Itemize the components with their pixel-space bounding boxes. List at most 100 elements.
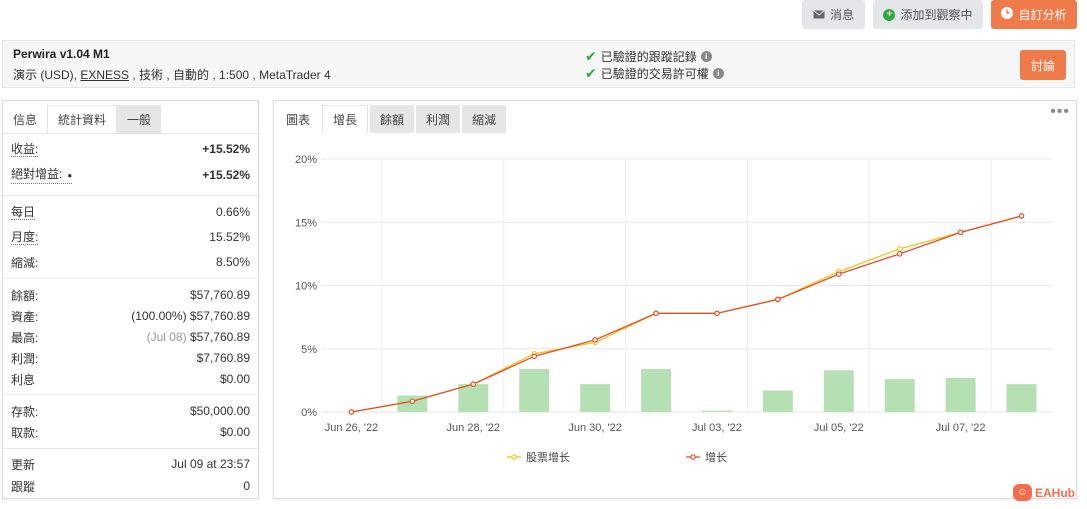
stat-monthly: 月度: 15.52% xyxy=(11,227,250,247)
account-details: , 技術 , 自動的 , 1:500 , MetaTrader 4 xyxy=(129,68,331,82)
message-button[interactable]: 消息 xyxy=(802,0,865,29)
stat-label: 利潤: xyxy=(11,351,39,366)
x-tick-label: Jul 05, '22 xyxy=(814,422,864,434)
stat-value: (100.00%) $57,760.89 xyxy=(131,309,250,323)
stat-value: +15.52% xyxy=(202,142,250,156)
x-tick-label: Jun 26, '22 xyxy=(325,422,378,434)
stat-value: 0.66% xyxy=(215,205,250,219)
watermark-text: EAHub xyxy=(1035,485,1075,500)
stat-value: (Jul 08) $57,760.89 xyxy=(147,330,250,344)
growth-point xyxy=(714,310,720,317)
info-icon[interactable]: i xyxy=(712,68,724,79)
stat-value: 0 xyxy=(243,479,250,493)
growth-line xyxy=(351,215,1022,413)
verified-track-record: ✔ 已驗證的跟蹤記錄 i xyxy=(585,48,712,65)
check-icon: ✔ xyxy=(585,48,597,64)
highest-amount: $57,760.89 xyxy=(189,330,250,344)
stat-deposits: 存款: $50,000.00 xyxy=(11,401,250,421)
x-tick-label: Jun 28, '22 xyxy=(447,422,500,434)
system-title: Perwira v1.04 M1 xyxy=(13,47,110,61)
info-icon[interactable]: i xyxy=(700,51,712,62)
y-tick-label: 15% xyxy=(295,217,317,229)
growth-point xyxy=(775,296,781,303)
x-tick-label: Jun 30, '22 xyxy=(568,422,621,434)
stat-value: 15.52% xyxy=(209,230,250,244)
stat-equity: 資產: (100.00%) $57,760.89 xyxy=(11,306,250,326)
stat-daily: 每日 0.66% xyxy=(11,202,250,222)
highest-date: (Jul 08) xyxy=(146,330,187,344)
stat-highest: 最高: (Jul 08) $57,760.89 xyxy=(11,327,250,347)
stat-label: 取款: xyxy=(11,425,39,440)
stat-label: 每日 xyxy=(11,204,36,220)
account-type: 演示 (USD), xyxy=(13,68,81,82)
stat-label: 最高: xyxy=(11,330,39,345)
y-tick-label: 0% xyxy=(301,407,317,419)
add-watch-label: 添加到觀察中 xyxy=(900,8,973,22)
custom-analysis-button[interactable]: 自訂分析 xyxy=(991,0,1077,29)
divider xyxy=(3,278,258,279)
stat-updated: 更新 Jul 09 at 23:57 xyxy=(11,454,250,474)
stat-balance: 餘額: $57,760.89 xyxy=(11,285,250,305)
discuss-button[interactable]: 討論 xyxy=(1020,50,1066,80)
check-icon: ✔ xyxy=(585,65,597,81)
stat-withdrawals: 取款: $0.00 xyxy=(11,422,250,442)
growth-point xyxy=(957,229,964,236)
chart-panel: 圖表 增長 餘額 利潤 縮減 ••• 0% 5% 10% 15% 20% Jun 26, … xyxy=(273,100,1077,499)
divider xyxy=(3,195,258,196)
x-tick-label: Jul 03, '22 xyxy=(692,422,742,434)
stat-label: 絕對增益: ● xyxy=(11,167,73,184)
stat-drawdown: 縮減: 8.50% xyxy=(11,252,250,272)
stats-panel: 信息 統計資料 一般 收益: +15.52% 絕對增益: ● +15.52% 每日… xyxy=(2,100,259,499)
stat-value: +15.52% xyxy=(202,168,250,182)
stat-label: 存款: xyxy=(11,404,39,419)
eahub-watermark: ☺ EAHub xyxy=(1013,484,1075,501)
stat-value: 8.50% xyxy=(215,255,250,269)
stat-label: 跟蹤 xyxy=(11,479,36,494)
growth-bar xyxy=(823,370,854,412)
legend-marker xyxy=(690,454,696,460)
tab-divider xyxy=(3,133,258,134)
growth-point xyxy=(470,381,477,387)
tab-general[interactable]: 一般 xyxy=(117,105,162,133)
system-header: Perwira v1.04 M1 演示 (USD), EXNESS , 技術 ,… xyxy=(2,40,1075,88)
growth-point xyxy=(409,398,416,405)
stat-value: $57,760.89 xyxy=(189,288,250,302)
stat-value: $0.00 xyxy=(219,372,250,386)
broker-link[interactable]: EXNESS xyxy=(80,68,129,82)
stat-interest: 利息 $0.00 xyxy=(11,369,250,389)
divider xyxy=(3,394,258,395)
y-tick-label: 20% xyxy=(295,154,317,166)
add-to-watchlist-button[interactable]: + 添加到觀察中 xyxy=(873,0,983,29)
tab-statistics[interactable]: 統計資料 xyxy=(47,105,118,133)
stat-value: $50,000.00 xyxy=(189,404,250,418)
verified-trading-label: 已驗證的交易許可權 xyxy=(600,67,709,81)
y-tick-label: 10% xyxy=(295,281,317,293)
y-tick-label: 5% xyxy=(301,344,317,356)
tab-info[interactable]: 信息 xyxy=(3,105,47,133)
stat-label: 餘額: xyxy=(11,288,39,303)
verified-trading-privileges: ✔ 已驗證的交易許可權 i xyxy=(585,65,724,82)
verified-track-label: 已驗證的跟蹤記錄 xyxy=(600,50,697,64)
growth-bar xyxy=(762,390,793,412)
growth-bar xyxy=(701,410,732,412)
stat-label: 月度: xyxy=(11,229,39,245)
stat-value: $0.00 xyxy=(219,425,250,439)
stat-label: 縮減: xyxy=(11,255,39,270)
growth-chart: 0% 5% 10% 15% 20% Jun 26, '22 Jun 28, '22 Jun 3… xyxy=(295,154,1052,464)
growth-point xyxy=(348,409,355,415)
growth-bar xyxy=(945,377,976,412)
envelope-icon xyxy=(813,8,825,22)
x-tick-label: Jul 07, '22 xyxy=(936,422,986,434)
clock-icon xyxy=(1001,7,1014,22)
stat-label: 更新 xyxy=(11,457,36,472)
system-subtitle: 演示 (USD), EXNESS , 技術 , 自動的 , 1:500 , Me… xyxy=(13,66,331,83)
custom-analysis-label: 自訂分析 xyxy=(1018,8,1067,22)
eahub-logo-icon: ☺ xyxy=(1013,484,1032,501)
growth-bar xyxy=(519,368,550,412)
stat-value: $7,760.89 xyxy=(196,351,250,365)
growth-bar xyxy=(580,384,611,412)
left-tabs: 信息 統計資料 一般 xyxy=(3,105,162,134)
legend-label: 股票增长 xyxy=(526,450,570,464)
stat-value: Jul 09 at 23:57 xyxy=(171,457,250,471)
growth-point xyxy=(531,353,538,360)
